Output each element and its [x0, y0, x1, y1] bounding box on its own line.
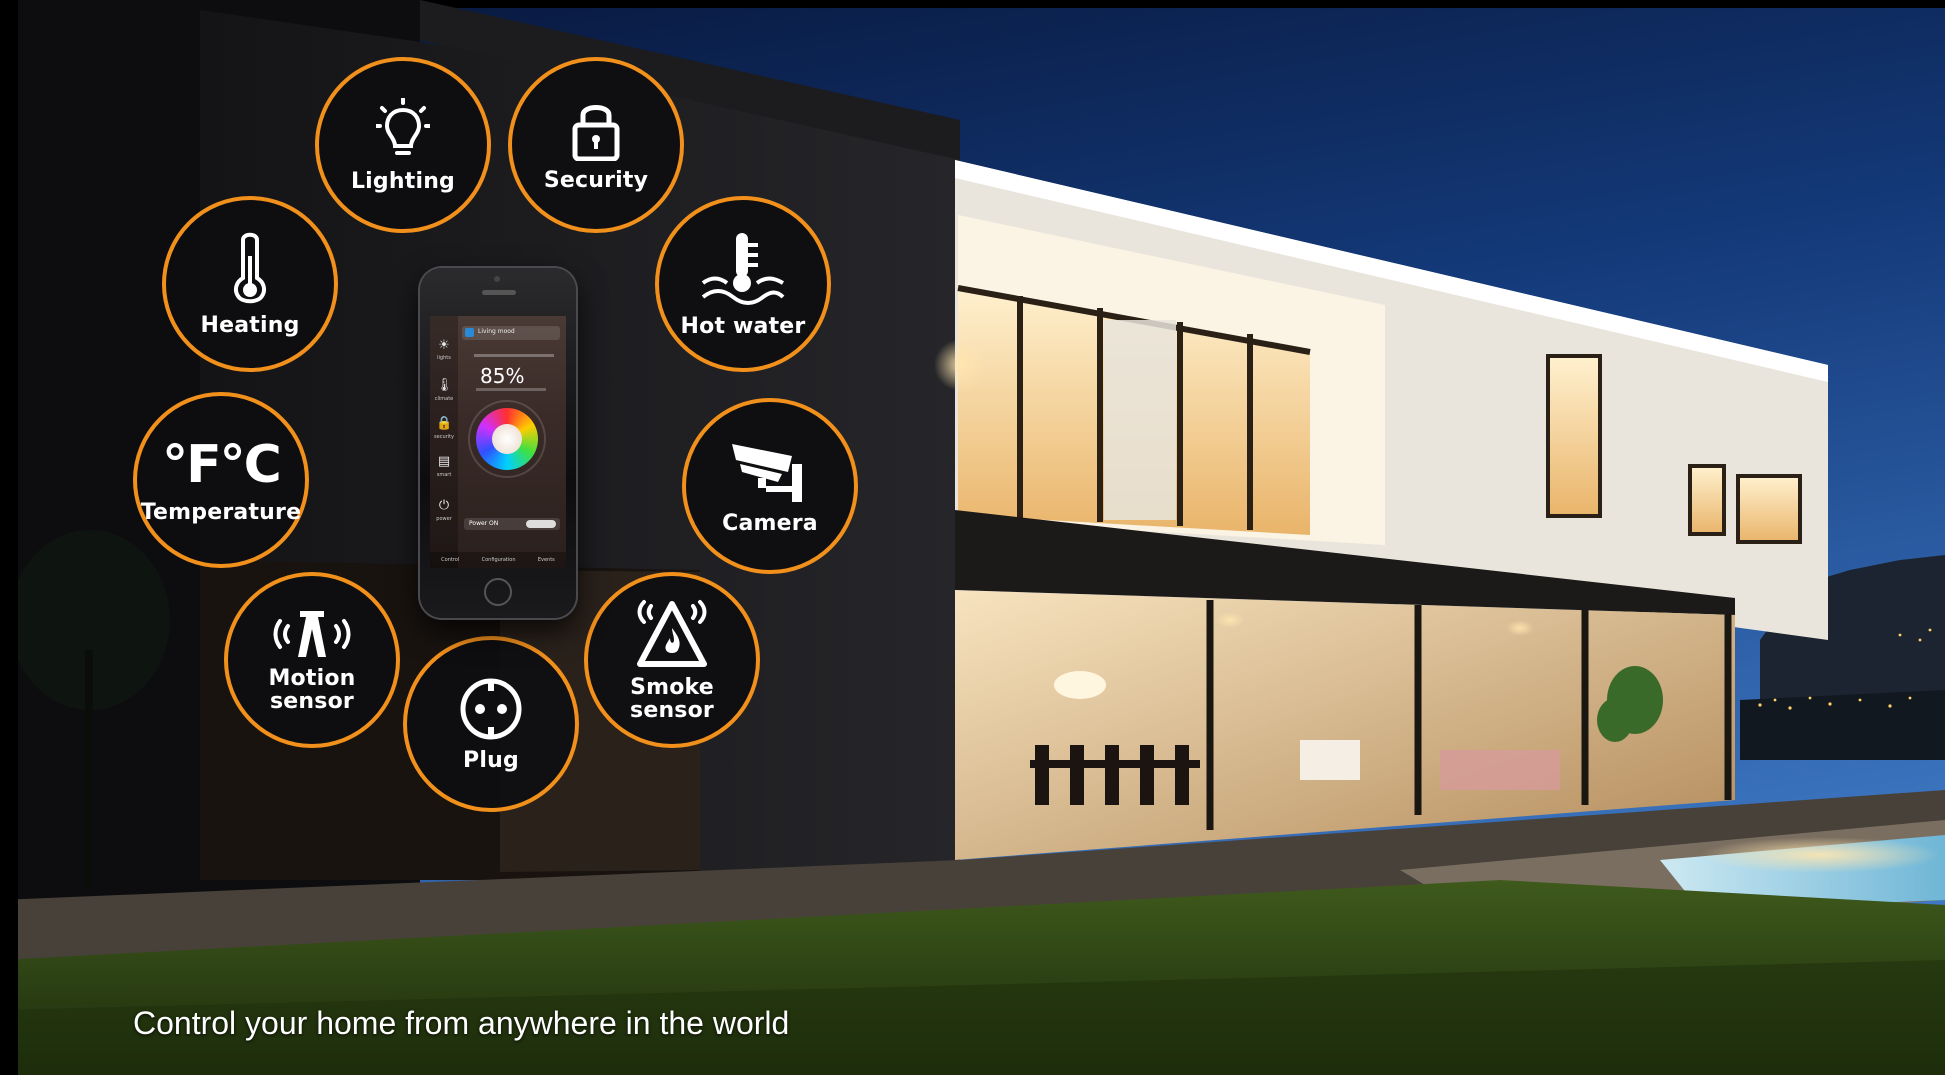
lightbulb-icon — [376, 97, 430, 155]
water-thermometer-icon — [701, 232, 785, 305]
smoke-alarm-icon — [637, 600, 707, 667]
app-side-label: security — [434, 434, 454, 440]
lighting-label: Lighting — [350, 168, 456, 194]
temperature-label: Temperature — [140, 499, 302, 525]
app-subtitle-line — [474, 354, 554, 357]
thermometer-icon — [233, 232, 267, 303]
tagline: Control your home from anywhere in the w… — [133, 1005, 790, 1041]
feature-camera: Camera — [682, 398, 858, 574]
feature-smoke-sensor: Smoke sensor — [584, 572, 760, 748]
feature-lighting: Lighting — [315, 57, 491, 233]
feature-motion-sensor: Motion sensor — [224, 572, 400, 748]
app-side-label: power — [436, 516, 452, 522]
app-brightness-percent: 85% — [480, 364, 525, 388]
feature-plug: Plug — [403, 636, 579, 812]
app-tab-bar: Control Configuration Events — [430, 552, 566, 568]
power-socket-icon — [460, 678, 522, 739]
app-lightbulb-icon: ☀ — [438, 338, 450, 353]
phone-screen: ☀ lights 🌡 climate 🔒 security ▤ smart ⏻ … — [430, 316, 566, 568]
app-side-label: climate — [434, 396, 454, 402]
app-tab: Control — [441, 557, 460, 563]
app-tab: Configuration — [481, 557, 516, 563]
security-label: Security — [543, 167, 649, 193]
app-thermometer-icon: 🌡 — [436, 378, 453, 393]
feature-heating: Heating — [162, 196, 338, 372]
phone-camera — [494, 276, 500, 282]
feature-temperature: °F°C Temperature — [133, 392, 309, 568]
app-power-icon: ⏻ — [438, 498, 450, 513]
app-lock-icon: 🔒 — [436, 416, 453, 431]
phone-speaker — [482, 290, 516, 295]
house-background-image — [0, 0, 1945, 1075]
app-power-toggle — [526, 520, 556, 528]
heating-label: Heating — [200, 312, 300, 338]
padlock-icon — [572, 104, 620, 161]
smartphone-app-mockup: ☀ lights 🌡 climate 🔒 security ▤ smart ⏻ … — [420, 268, 576, 618]
feature-hot-water: Hot water — [655, 196, 831, 372]
app-tab: Events — [537, 557, 555, 563]
motion-sensor-icon — [273, 611, 351, 657]
feature-security: Security — [508, 57, 684, 233]
app-side-label: smart — [436, 472, 452, 478]
app-side-label: lights — [437, 355, 451, 361]
app-subtitle-line — [476, 388, 546, 391]
motion-sensor-label: Motion sensor — [268, 666, 356, 714]
app-mode-label: Living mood — [478, 328, 515, 335]
phone-home-button — [484, 578, 512, 606]
fahrenheit-celsius-icon: °F°C — [162, 434, 282, 495]
smoke-sensor-label: Smoke sensor — [630, 675, 714, 723]
app-mode-icon — [465, 328, 474, 337]
hot-water-label: Hot water — [680, 313, 806, 339]
security-camera-icon — [732, 443, 802, 502]
app-signal-icon: ▤ — [437, 454, 451, 469]
hero-banner: Lighting Security Heating Hot water °F°C… — [0, 0, 1945, 1075]
camera-label: Camera — [722, 510, 818, 536]
app-color-wheel-center — [492, 424, 522, 454]
app-power-label: Power ON — [469, 520, 499, 527]
plug-label: Plug — [463, 747, 519, 773]
